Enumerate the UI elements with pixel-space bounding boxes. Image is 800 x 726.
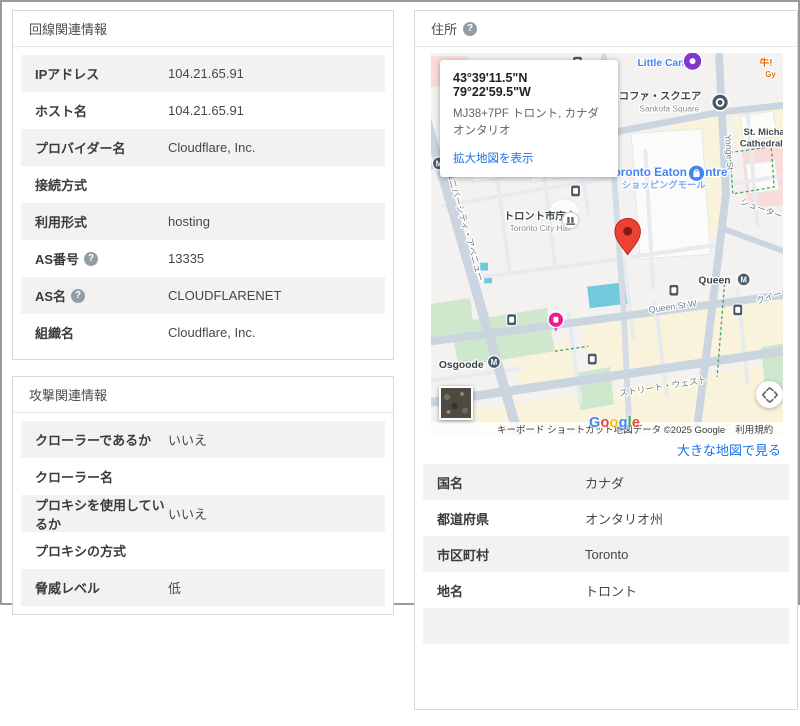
table-row: IPアドレス 104.21.65.91 [21, 55, 385, 92]
table-row: プロバイダー名 Cloudflare, Inc. [21, 129, 385, 166]
line-info-panel: 回線関連情報 IPアドレス 104.21.65.91 ホスト名 104.21.6… [12, 10, 394, 360]
right-column: 住所 ? ユニバーシティ・アベニュー Yonge St Queen St W ク… [414, 10, 798, 726]
row-value: カナダ [585, 475, 625, 491]
line-info-table: IPアドレス 104.21.65.91 ホスト名 104.21.65.91 プロ… [13, 47, 393, 359]
table-row: 国名 カナダ [423, 464, 789, 500]
row-value: hosting [168, 214, 210, 229]
table-row-partial [423, 608, 789, 644]
table-row: 地名 トロント [423, 572, 789, 608]
row-label: クローラーであるか [35, 433, 152, 448]
address-panel: 住所 ? ユニバーシティ・アベニュー Yonge St Queen St W ク… [414, 10, 798, 710]
help-icon[interactable]: ? [463, 21, 478, 36]
ip-lookup-page: { "panels": { "line": { "title": "回線関連情報… [0, 0, 800, 710]
row-label: プロキシを使用しているか [35, 497, 165, 532]
row-label: 接続方式 [35, 178, 88, 193]
poi-label-st-michaels-1: St. Michael's [744, 127, 783, 137]
svg-text:M: M [491, 358, 498, 367]
fullscreen-arrows-icon [761, 386, 778, 403]
row-label: 都道府県 [437, 511, 490, 527]
row-label: 国名 [437, 475, 464, 491]
row-label: AS名 ? [35, 286, 168, 305]
table-row: AS名 ? CLOUDFLARENET [21, 277, 385, 314]
attack-info-table: クローラーであるか いいえ クローラー名 プロキシを使用しているか いいえ プロ… [13, 413, 393, 614]
table-row: プロキシを使用しているか いいえ [21, 495, 385, 532]
table-row: 都道府県 オンタリオ州 [423, 500, 789, 536]
attack-info-panel: 攻撃関連情報 クローラーであるか いいえ クローラー名 プロキシを使用しているか… [12, 376, 394, 615]
poi-label-gyu-sub: Gy [765, 70, 776, 79]
table-row: プロキシの方式 [21, 532, 385, 569]
table-row: ホスト名 104.21.65.91 [21, 92, 385, 129]
table-row: 利用形式 hosting [21, 203, 385, 240]
poi-label-sankofa-en: Sankofa Square [639, 103, 699, 113]
row-value: オンタリオ州 [585, 511, 664, 527]
row-label: IPアドレス [35, 67, 100, 82]
google-logo[interactable]: Google [589, 415, 640, 431]
little-canada-icon[interactable] [682, 53, 703, 72]
table-row: 接続方式 [21, 166, 385, 203]
table-row: クローラーであるか いいえ [21, 421, 385, 458]
row-label: 利用形式 [35, 215, 88, 230]
row-label: 脅威レベル [35, 581, 101, 596]
row-label: ホスト名 [35, 104, 88, 119]
attack-info-panel-title: 攻撃関連情報 [13, 377, 393, 413]
table-row: 組織名 Cloudflare, Inc. [21, 314, 385, 351]
row-label: プロバイダー名 [35, 141, 126, 156]
left-column: 回線関連情報 IPアドレス 104.21.65.91 ホスト名 104.21.6… [12, 10, 394, 631]
google-map[interactable]: Dundas St W ユニバーシティ・アベニュー Yonge St Queen… [431, 53, 783, 436]
row-value: 13335 [168, 251, 205, 266]
row-label: クローラー名 [35, 470, 114, 485]
terms-link[interactable]: 利用規約 [735, 422, 773, 436]
map-info-window: 43°39'11.5"N 79°22'59.5"W MJ38+7PF トロント,… [440, 60, 618, 178]
row-value: トロント [585, 583, 638, 599]
metro-icon: M [736, 272, 751, 287]
line-info-panel-title: 回線関連情報 [13, 11, 393, 47]
row-value: いいえ [168, 433, 208, 448]
row-value: Toronto [585, 546, 629, 562]
view-larger-map-link[interactable]: 大きな地図で見る [677, 443, 781, 458]
row-label: 組織名 [35, 326, 75, 341]
row-label: AS番号 ? [35, 249, 168, 268]
row-label: プロキシの方式 [35, 544, 127, 559]
row-label: 地名 [437, 583, 464, 599]
row-label: 市区町村 [437, 547, 490, 563]
table-row: クローラー名 [21, 458, 385, 495]
row-value: 104.21.65.91 [168, 103, 244, 118]
sankofa-square-icon[interactable] [710, 93, 730, 112]
metro-icon: M [486, 355, 501, 369]
plus-code-address: MJ38+7PF トロント, カナダ オンタリオ [453, 108, 600, 137]
coordinates-text: 43°39'11.5"N 79°22'59.5"W [453, 71, 531, 99]
help-icon[interactable]: ? [84, 251, 99, 266]
table-row: 脅威レベル 低 [21, 569, 385, 606]
help-icon[interactable]: ? [71, 288, 86, 303]
table-row: AS番号 ? 13335 [21, 240, 385, 277]
row-value: Cloudflare, Inc. [168, 325, 256, 340]
row-value: 104.21.65.91 [168, 66, 244, 81]
address-table: 国名 カナダ 都道府県 オンタリオ州 市区町村 Toronto 地名 トロント [415, 461, 797, 644]
fullscreen-button[interactable] [756, 381, 783, 408]
city-hall-icon[interactable] [561, 211, 580, 230]
row-value: CLOUDFLARENET [168, 288, 282, 303]
svg-text:M: M [740, 275, 747, 284]
row-value: Cloudflare, Inc. [168, 140, 256, 155]
poi-label-city-hall-en: Toronto City Hall [510, 223, 571, 233]
satellite-view-toggle[interactable] [439, 386, 473, 420]
eaton-centre-icon[interactable] [687, 164, 706, 183]
station-label-queen[interactable]: Queen [697, 274, 732, 288]
view-larger-map-row: 大きな地図で見る [415, 436, 797, 461]
enlarge-map-link[interactable]: 拡大地図を表示 [453, 150, 605, 166]
station-label-osgoode[interactable]: Osgoode [438, 359, 486, 373]
row-value: いいえ [168, 507, 208, 522]
row-value: 低 [168, 581, 182, 596]
address-panel-title: 住所 ? [415, 11, 797, 47]
table-row: 市区町村 Toronto [423, 536, 789, 572]
poi-label-gyu: 牛! [759, 56, 772, 69]
poi-label-st-michaels-2: Cathedral Basilica [740, 139, 783, 149]
